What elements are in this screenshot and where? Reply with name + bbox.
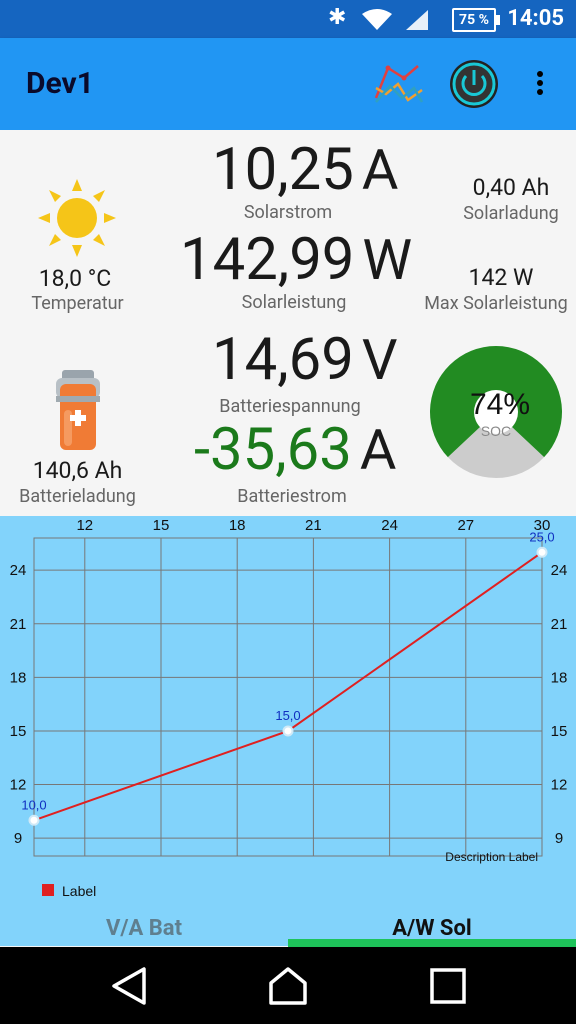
solar-charge-label: Solarladung (463, 203, 559, 224)
wifi-icon (362, 9, 392, 30)
app-title: Dev1 (26, 66, 94, 101)
battery-voltage: 14,69 V (212, 326, 397, 394)
battery-current-unit: A (359, 417, 397, 483)
max-solar-power-label: Max Solarleistung (424, 293, 568, 314)
soc-label: SOC (481, 423, 511, 439)
data-label: 25,0 (529, 529, 554, 544)
battery-current: -35,63 A (194, 416, 396, 484)
data-point[interactable] (28, 814, 40, 826)
bluetooth-icon: ✱ (328, 5, 347, 30)
solar-current-label: Solarstrom (243, 202, 333, 223)
back-icon[interactable] (108, 965, 150, 1007)
home-icon[interactable] (268, 966, 308, 1006)
data-label: 10,0 (21, 797, 46, 812)
chart-icon[interactable] (372, 58, 426, 110)
data-point[interactable] (282, 725, 294, 737)
chart-area: 12 15 18 21 24 27 30 9 9 12 12 15 15 18 18 21 21 24 24 10,… (0, 516, 576, 946)
x-tick-label: 15 (153, 517, 170, 534)
app-bar: Dev1 (0, 38, 576, 130)
solar-power-value: 142,99 (180, 226, 355, 294)
measurement-panel: 18,0 °C Temperatur 10,25 A Solarstrom 142… (0, 130, 576, 516)
y-tick-label-left: 15 (10, 723, 27, 740)
battery-charge-label: Batterieladung (19, 486, 136, 507)
y-tick-label-right: 12 (551, 777, 568, 794)
power-icon[interactable] (448, 58, 500, 110)
temperature-value: 18,0 °C (38, 265, 112, 292)
x-tick-label: 12 (76, 517, 93, 534)
y-tick-label-right: 24 (551, 562, 568, 579)
solar-power: 142,99 W (180, 226, 412, 294)
y-tick-label-right: 18 (551, 669, 568, 686)
y-tick-label-left: 24 (10, 562, 27, 579)
chart-description: Description Label (445, 850, 538, 864)
solar-power-unit: W (362, 227, 413, 293)
legend-label: Label (62, 883, 96, 899)
y-tick-label-right: 9 (555, 830, 563, 847)
status-bar: ✱ 75 % 14:05 (0, 0, 576, 38)
max-solar-power-value: 142 W (468, 264, 534, 291)
y-tick-label-left: 12 (10, 777, 27, 794)
x-tick-label: 24 (381, 517, 398, 534)
battery-voltage-unit: V (361, 327, 398, 393)
y-tick-label-left: 9 (14, 830, 22, 847)
tab-va-bat[interactable]: V/A Bat (0, 910, 288, 947)
battery-current-value: -35,63 (194, 416, 352, 484)
battery-voltage-value: 14,69 (212, 326, 354, 394)
active-tab-indicator (288, 939, 576, 947)
y-tick-label-left: 21 (10, 616, 27, 633)
line-chart[interactable]: 12 15 18 21 24 27 309 912 1215 1518 1821 2124 24 10,… (0, 516, 576, 916)
solar-power-label: Solarleistung (241, 292, 347, 313)
solar-current-value: 10,25 (212, 136, 354, 204)
y-tick-label-right: 15 (551, 723, 568, 740)
battery-charge-value: 140,6 Ah (32, 457, 123, 484)
y-tick-label-right: 21 (551, 616, 568, 633)
overflow-menu-icon[interactable] (530, 68, 550, 104)
y-tick-label-left: 18 (10, 669, 27, 686)
battery-indicator: 75 % (452, 8, 500, 32)
clock: 14:05 (507, 6, 564, 31)
navigation-bar (0, 947, 576, 1024)
signal-icon (406, 10, 428, 30)
x-tick-label: 27 (457, 517, 474, 534)
data-label: 15,0 (275, 708, 300, 723)
x-tick-label: 21 (305, 517, 322, 534)
solar-charge-value: 0,40 Ah (472, 174, 550, 201)
soc-value: 74% (470, 388, 530, 421)
solar-current: 10,25 A (212, 136, 398, 204)
battery-current-label: Batteriestrom (237, 486, 347, 507)
recents-icon[interactable] (430, 968, 466, 1004)
temperature-label: Temperatur (31, 293, 124, 314)
x-tick-label: 18 (229, 517, 246, 534)
sun-icon (38, 179, 116, 257)
soc-gauge: 74% SOC (430, 346, 562, 478)
data-point[interactable] (536, 546, 548, 558)
battery-voltage-label: Batteriespannung (219, 396, 361, 417)
battery-icon (56, 370, 100, 450)
legend-swatch (42, 884, 54, 896)
tab-bar: V/A Bat A/W Sol (0, 910, 576, 947)
solar-current-unit: A (361, 137, 399, 203)
